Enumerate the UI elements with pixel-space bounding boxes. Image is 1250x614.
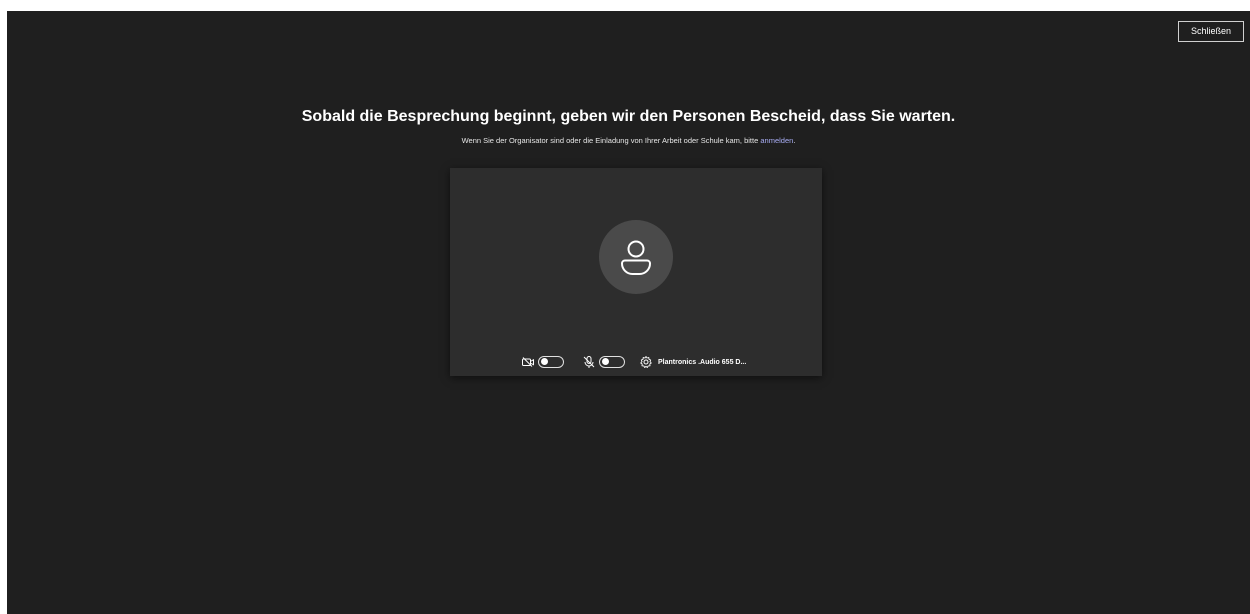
- lobby-headline: Sobald die Besprechung beginnt, geben wi…: [301, 108, 956, 125]
- camera-toggle-knob: [540, 358, 548, 366]
- lobby-subline: Wenn Sie der Organisator sind oder die E…: [7, 136, 1250, 145]
- video-preview-panel: Plantronics .Audio 655 D...: [450, 168, 822, 376]
- mic-toggle[interactable]: [599, 356, 625, 368]
- camera-toggle[interactable]: [538, 356, 564, 368]
- gear-icon[interactable]: [639, 355, 653, 369]
- meeting-lobby-screen: Schließen Sobald die Besprechung beginnt…: [7, 11, 1250, 614]
- audio-device-selector[interactable]: Plantronics .Audio 655 D...: [658, 359, 746, 366]
- mic-off-icon: [583, 356, 595, 368]
- signin-link[interactable]: anmelden: [760, 136, 793, 145]
- device-controls: Plantronics .Audio 655 D...: [521, 354, 746, 370]
- subline-period: .: [793, 136, 796, 145]
- close-button[interactable]: Schließen: [1178, 21, 1244, 42]
- avatar: [599, 220, 673, 294]
- person-icon: [620, 240, 652, 275]
- subline-text: Wenn Sie der Organisator sind oder die E…: [461, 136, 761, 145]
- mic-toggle-knob: [601, 358, 609, 366]
- camera-off-icon: [522, 357, 534, 367]
